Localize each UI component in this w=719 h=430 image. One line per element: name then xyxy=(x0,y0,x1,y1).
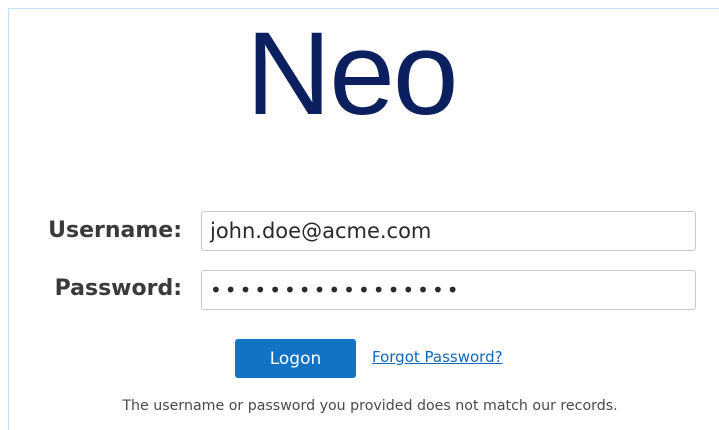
password-label: Password: xyxy=(54,276,182,301)
forgot-password-link[interactable]: Forgot Password? xyxy=(372,348,503,366)
error-message: The username or password you provided do… xyxy=(122,398,618,414)
username-input[interactable] xyxy=(201,211,696,251)
logon-button[interactable]: Logon xyxy=(235,339,356,378)
neo-logo: Neo xyxy=(246,8,458,140)
username-label: Username: xyxy=(48,218,182,243)
password-input[interactable] xyxy=(201,270,696,310)
login-page: Neo Username: Password: Logon Forgot Pas… xyxy=(0,0,719,430)
